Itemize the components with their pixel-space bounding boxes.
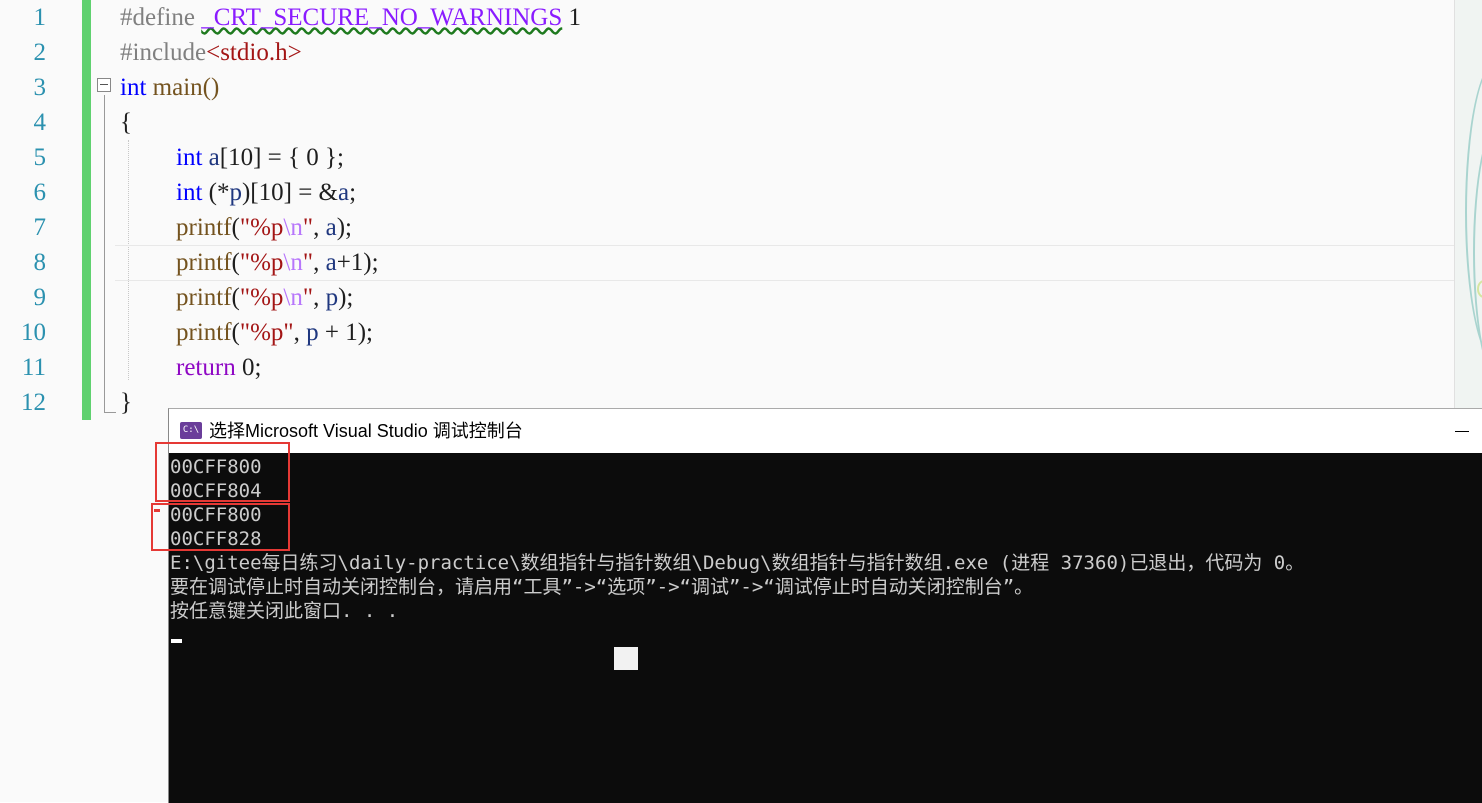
line-number-gutter: 1 2 3 4 5 6 7 8 9 10 11 12 bbox=[0, 0, 80, 420]
code-line-1[interactable]: #define _CRT_SECURE_NO_WARNINGS 1 bbox=[120, 0, 581, 35]
string-literal: "%p bbox=[239, 214, 284, 241]
macro-name: _CRT_SECURE_NO_WARNINGS bbox=[201, 4, 563, 31]
code-line-9[interactable]: printf("%p\n", p); bbox=[176, 280, 353, 315]
code-line-12[interactable]: } bbox=[120, 385, 132, 420]
keyword: int bbox=[120, 74, 147, 101]
highlight-marker bbox=[154, 509, 160, 512]
code-text: )[10] = & bbox=[241, 179, 339, 206]
function-call: printf bbox=[176, 249, 232, 276]
string-literal: "%p bbox=[239, 249, 284, 276]
minimize-button[interactable] bbox=[1443, 409, 1482, 453]
fold-guide-end bbox=[104, 412, 116, 413]
code-text: + 1); bbox=[318, 319, 373, 346]
function-call: printf bbox=[176, 214, 232, 241]
function-signature: main() bbox=[146, 74, 220, 101]
console-output-area[interactable]: 00CFF800 00CFF804 00CFF800 00CFF828 E:\g… bbox=[169, 453, 1482, 803]
function-call: printf bbox=[176, 284, 232, 311]
highlight-box-pointer-address bbox=[151, 503, 290, 551]
code-text: , bbox=[293, 319, 307, 346]
string-literal: " bbox=[302, 214, 314, 241]
console-output-line: 按任意键关闭此窗口. . . bbox=[170, 600, 399, 622]
line-number: 7 bbox=[33, 214, 47, 241]
code-line-7[interactable]: printf("%p\n", a); bbox=[176, 210, 352, 245]
code-text: , bbox=[313, 214, 326, 241]
line-number: 5 bbox=[33, 144, 47, 171]
variable: p bbox=[306, 319, 319, 346]
keyword: int bbox=[176, 144, 203, 171]
code-line-10[interactable]: printf("%p", p + 1); bbox=[176, 315, 373, 350]
code-text: ( bbox=[231, 214, 240, 241]
escape-sequence: \n bbox=[283, 249, 303, 276]
code-text: ( bbox=[231, 319, 240, 346]
code-line-8[interactable]: printf("%p\n", a+1); bbox=[176, 245, 379, 280]
keyword: int bbox=[176, 179, 203, 206]
code-line-5[interactable]: int a[10] = { 0 }; bbox=[176, 140, 344, 175]
code-text: 0; bbox=[235, 354, 262, 381]
console-app-icon: C:\ bbox=[180, 422, 202, 439]
code-text: [10] = { 0 }; bbox=[219, 144, 344, 171]
fold-guide bbox=[104, 95, 105, 413]
line-number: 1 bbox=[33, 4, 47, 31]
brace: { bbox=[120, 109, 132, 136]
code-text: ); bbox=[338, 284, 354, 311]
code-text: ( bbox=[231, 284, 240, 311]
code-text: , bbox=[313, 284, 326, 311]
line-number: 11 bbox=[21, 354, 46, 381]
code-text: ); bbox=[336, 214, 352, 241]
variable: a bbox=[338, 179, 350, 206]
variable: a bbox=[325, 214, 337, 241]
line-number: 4 bbox=[33, 109, 47, 136]
brace: } bbox=[120, 389, 132, 416]
line-number: 9 bbox=[33, 284, 47, 311]
code-line-6[interactable]: int (*p)[10] = &a; bbox=[176, 175, 356, 210]
string-literal: "%p" bbox=[239, 319, 294, 346]
code-line-2[interactable]: #include<stdio.h> bbox=[120, 35, 302, 70]
text-cursor bbox=[171, 639, 182, 643]
code-text: (* bbox=[202, 179, 230, 206]
variable: p bbox=[229, 179, 242, 206]
highlight-box-array-address bbox=[155, 442, 290, 502]
code-line-11[interactable]: return 0; bbox=[176, 350, 261, 385]
preprocessor-directive: #include bbox=[120, 39, 207, 66]
include-header: <stdio.h> bbox=[206, 39, 302, 66]
line-number: 10 bbox=[21, 319, 46, 346]
escape-sequence: \n bbox=[283, 214, 303, 241]
line-number: 8 bbox=[33, 249, 47, 276]
macro-value: 1 bbox=[568, 4, 582, 31]
code-text: , bbox=[313, 249, 326, 276]
change-tracking-bar bbox=[82, 0, 91, 420]
code-text: ( bbox=[231, 249, 240, 276]
code-line-4[interactable]: { bbox=[120, 105, 132, 140]
preprocessor-directive: #define bbox=[120, 4, 195, 31]
code-line-3[interactable]: int main() bbox=[120, 70, 219, 105]
string-literal: "%p bbox=[239, 284, 284, 311]
background-decoration bbox=[1454, 0, 1482, 410]
line-number: 12 bbox=[21, 389, 46, 416]
mouse-block bbox=[614, 647, 638, 670]
console-titlebar[interactable]: C:\ 选择Microsoft Visual Studio 调试控制台 bbox=[169, 409, 1482, 453]
variable: a bbox=[325, 249, 337, 276]
console-output-line: 要在调试停止时自动关闭控制台，请启用“工具”->“选项”->“调试”->“调试停… bbox=[170, 576, 1034, 598]
console-output-line: E:\gitee每日练习\daily-practice\数组指针与指针数组\De… bbox=[170, 552, 1305, 574]
line-number: 3 bbox=[33, 74, 47, 101]
string-literal: " bbox=[302, 284, 314, 311]
collapse-icon[interactable] bbox=[97, 78, 111, 92]
function-call: printf bbox=[176, 319, 232, 346]
debug-console-window[interactable]: C:\ 选择Microsoft Visual Studio 调试控制台 00CF… bbox=[168, 408, 1482, 803]
escape-sequence: \n bbox=[283, 284, 303, 311]
code-text: ; bbox=[349, 179, 357, 206]
code-text: +1); bbox=[336, 249, 379, 276]
variable: a bbox=[208, 144, 220, 171]
line-number: 6 bbox=[33, 179, 47, 206]
line-number: 2 bbox=[33, 39, 47, 66]
keyword: return bbox=[176, 354, 236, 381]
variable: p bbox=[325, 284, 339, 311]
string-literal: " bbox=[302, 249, 314, 276]
